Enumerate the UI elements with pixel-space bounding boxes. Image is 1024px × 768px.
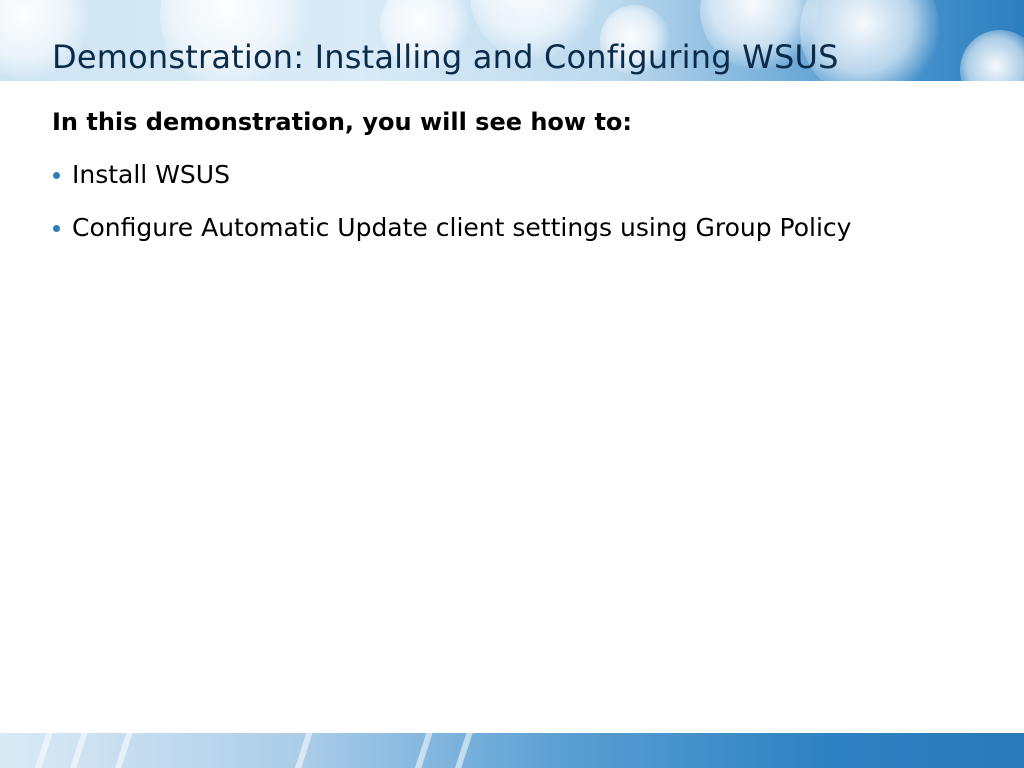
light-streak-decoration (410, 733, 436, 768)
slide-body: In this demonstration, you will see how … (52, 108, 912, 265)
bullet-text: Install WSUS (72, 159, 230, 189)
light-streak-decoration (110, 733, 136, 768)
bullet-text: Configure Automatic Update client settin… (72, 213, 852, 243)
slide-title: Demonstration: Installing and Configurin… (52, 38, 839, 76)
bullet-item: Install WSUS (52, 159, 912, 190)
header-banner: Demonstration: Installing and Configurin… (0, 0, 1024, 81)
lead-text: In this demonstration, you will see how … (52, 108, 633, 136)
light-streak-decoration (450, 733, 476, 768)
light-streak-decoration (30, 733, 56, 768)
bullet-item: Configure Automatic Update client settin… (52, 212, 912, 243)
bullet-list: Install WSUS Configure Automatic Update … (52, 159, 912, 244)
bullet-dot-icon (53, 171, 60, 179)
light-streak-decoration (290, 733, 316, 768)
bullet-dot-icon (53, 225, 60, 233)
bokeh-decoration (960, 30, 1024, 81)
slide: Demonstration: Installing and Configurin… (0, 0, 1024, 768)
footer-banner (0, 733, 1024, 768)
light-streak-decoration (65, 733, 91, 768)
